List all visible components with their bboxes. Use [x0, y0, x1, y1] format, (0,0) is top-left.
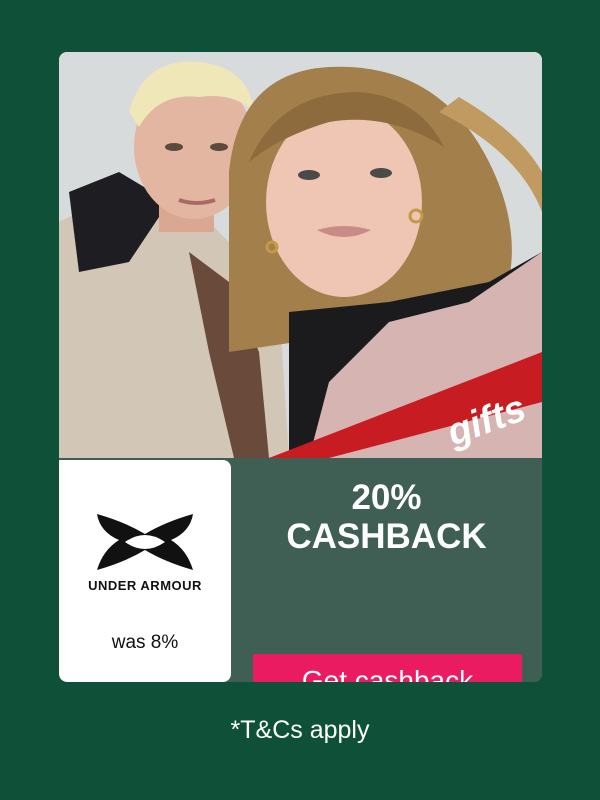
cashback-label: CASHBACK — [286, 517, 487, 556]
hero-image: gifts — [59, 52, 542, 458]
cashback-percent: 20% — [351, 478, 422, 517]
previous-rate: was 8% — [111, 632, 179, 653]
brand-name: UNDER ARMOUR — [88, 578, 202, 593]
brand-logo-tile[interactable]: UNDER ARMOUR was 8% — [59, 460, 231, 682]
offer-panel: UNDER ARMOUR was 8% 20% CASHBACK Get cas… — [59, 458, 542, 682]
hero-photo-illustration: gifts — [59, 52, 542, 458]
under-armour-logo-icon — [97, 514, 193, 570]
get-cashback-button[interactable]: Get cashback — [253, 654, 522, 682]
terms-link[interactable]: *T&Cs apply — [0, 716, 600, 745]
offer-card[interactable]: gifts UNDER ARMOUR was 8% 20% CASHBACK G… — [59, 52, 542, 682]
